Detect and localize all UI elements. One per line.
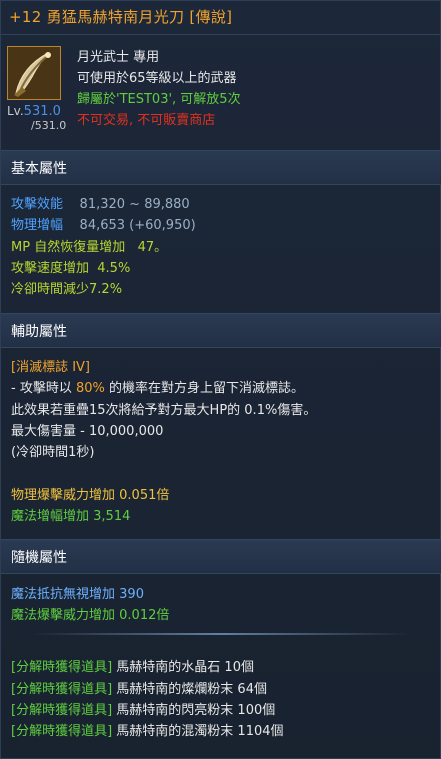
decompose-item-name: 馬赫特南的水晶石 10個 [116,660,254,675]
attack-speed-label: 攻擊速度增加 [11,261,90,276]
resist-ignore-value: 390 [119,587,144,602]
skill-desc-line4: (冷卻時間1秒) [11,445,95,460]
level-prefix: Lv. [7,104,24,118]
magic-amp-stat: 魔法增幅增加 3,514 [11,505,130,524]
cooldown-stat: 冷卻時間減少7.2% [11,278,122,297]
phys-amp-stat: 物理增幅 84,653 (+60,950) [11,214,196,233]
mp-regen-stat: MP 自然恢復量增加 47。 [11,236,167,255]
magic-amp-label: 魔法增幅增加 [11,509,90,524]
magic-crit-label: 魔法爆擊威力增加 [11,608,116,623]
decompose-tag: [分解時獲得道具] [11,682,113,697]
mp-regen-label: MP 自然恢復量增加 [11,240,126,255]
attack-stat: 攻擊效能 81,320 ~ 89,880 [11,193,190,212]
skill-name: [消滅標誌 IV] [11,360,91,375]
title-divider [1,34,441,35]
decompose-tag: [分解時獲得道具] [11,660,113,675]
skill-desc-suffix: 的機率在對方身上留下消滅標誌。 [109,381,305,396]
class-restriction: 月光武士 專用 [77,50,160,65]
phys-crit-stat: 物理爆擊威力增加 0.051倍 [11,484,169,503]
skill-desc-line3: 最大傷害量 - 10,000,000 [11,424,164,439]
attack-label: 攻擊效能 [11,197,64,212]
decompose-item-name: 馬赫特南的閃亮粉末 100個 [116,703,276,718]
decompose-item-name: 馬赫特南的混濁粉末 1104個 [116,724,284,739]
decompose-item: [分解時獲得道具] 馬赫特南的混濁粉末 1104個 [11,720,284,739]
level-requirement: 可使用於65等級以上的武器 [77,71,237,86]
trade-restriction: 不可交易, 不可販賣商店 [77,113,216,128]
attack-value: 81,320 ~ 89,880 [79,197,190,212]
resist-ignore-label: 魔法抵抗無視增加 [11,587,116,602]
basic-attributes-header: 基本屬性 [1,150,441,185]
phys-amp-label: 物理增幅 [11,218,64,233]
attack-speed-value: 4.5% [97,261,131,276]
magic-amp-value: 3,514 [93,509,131,524]
skill-desc-prefix: - 攻擊時以 [11,381,72,396]
mp-regen-value: 47。 [137,240,168,255]
random-attributes-header: 隨機屬性 [1,539,441,574]
decompose-item: [分解時獲得道具] 馬赫特南的燦爛粉末 64個 [11,678,267,697]
section-divider [31,633,411,635]
level-max: /531.0 [31,119,67,132]
aux-attributes-header: 輔助屬性 [1,313,441,348]
decompose-tag: [分解時獲得道具] [11,724,113,739]
attack-speed-stat: 攻擊速度增加 4.5% [11,257,130,276]
magic-crit-value: 0.012倍 [119,608,170,623]
aux-attributes-title: 輔助屬性 [11,324,67,340]
decompose-item: [分解時獲得道具] 馬赫特南的水晶石 10個 [11,656,254,675]
phys-crit-label: 物理爆擊威力增加 [11,488,116,503]
level-current: 531.0 [23,104,61,119]
moonlight-blade-icon [7,46,61,100]
decompose-item: [分解時獲得道具] 馬赫特南的閃亮粉末 100個 [11,699,275,718]
random-attributes-title: 隨機屬性 [11,550,67,566]
phys-crit-value: 0.051倍 [119,488,170,503]
decompose-item-name: 馬赫特南的燦爛粉末 64個 [116,682,267,697]
skill-desc-line2: 此效果若重疊15次將給予對方最大HP的 0.1%傷害。 [11,403,317,418]
item-tooltip: +12 勇猛馬赫特南月光刀 [傳說] Lv.531.0 /531.0 月光武士 … [0,0,441,759]
cooldown-label: 冷卻時間減少 [11,282,90,297]
item-level: Lv.531.0 [7,104,61,119]
owner-info: 歸屬於'TEST03', 可解放5次 [77,92,241,107]
phys-amp-value: 84,653 (+60,950) [79,218,196,233]
magic-crit-stat: 魔法爆擊威力增加 0.012倍 [11,604,169,623]
resist-ignore-stat: 魔法抵抗無視增加 390 [11,583,144,602]
cooldown-value: 7.2% [89,282,123,297]
basic-attributes-title: 基本屬性 [11,161,67,177]
item-title: +12 勇猛馬赫特南月光刀 [傳說] [9,8,233,26]
skill-desc-line1: - 攻擊時以 80% 的機率在對方身上留下消滅標誌。 [11,377,304,396]
decompose-tag: [分解時獲得道具] [11,703,113,718]
skill-chance: 80% [75,381,105,396]
